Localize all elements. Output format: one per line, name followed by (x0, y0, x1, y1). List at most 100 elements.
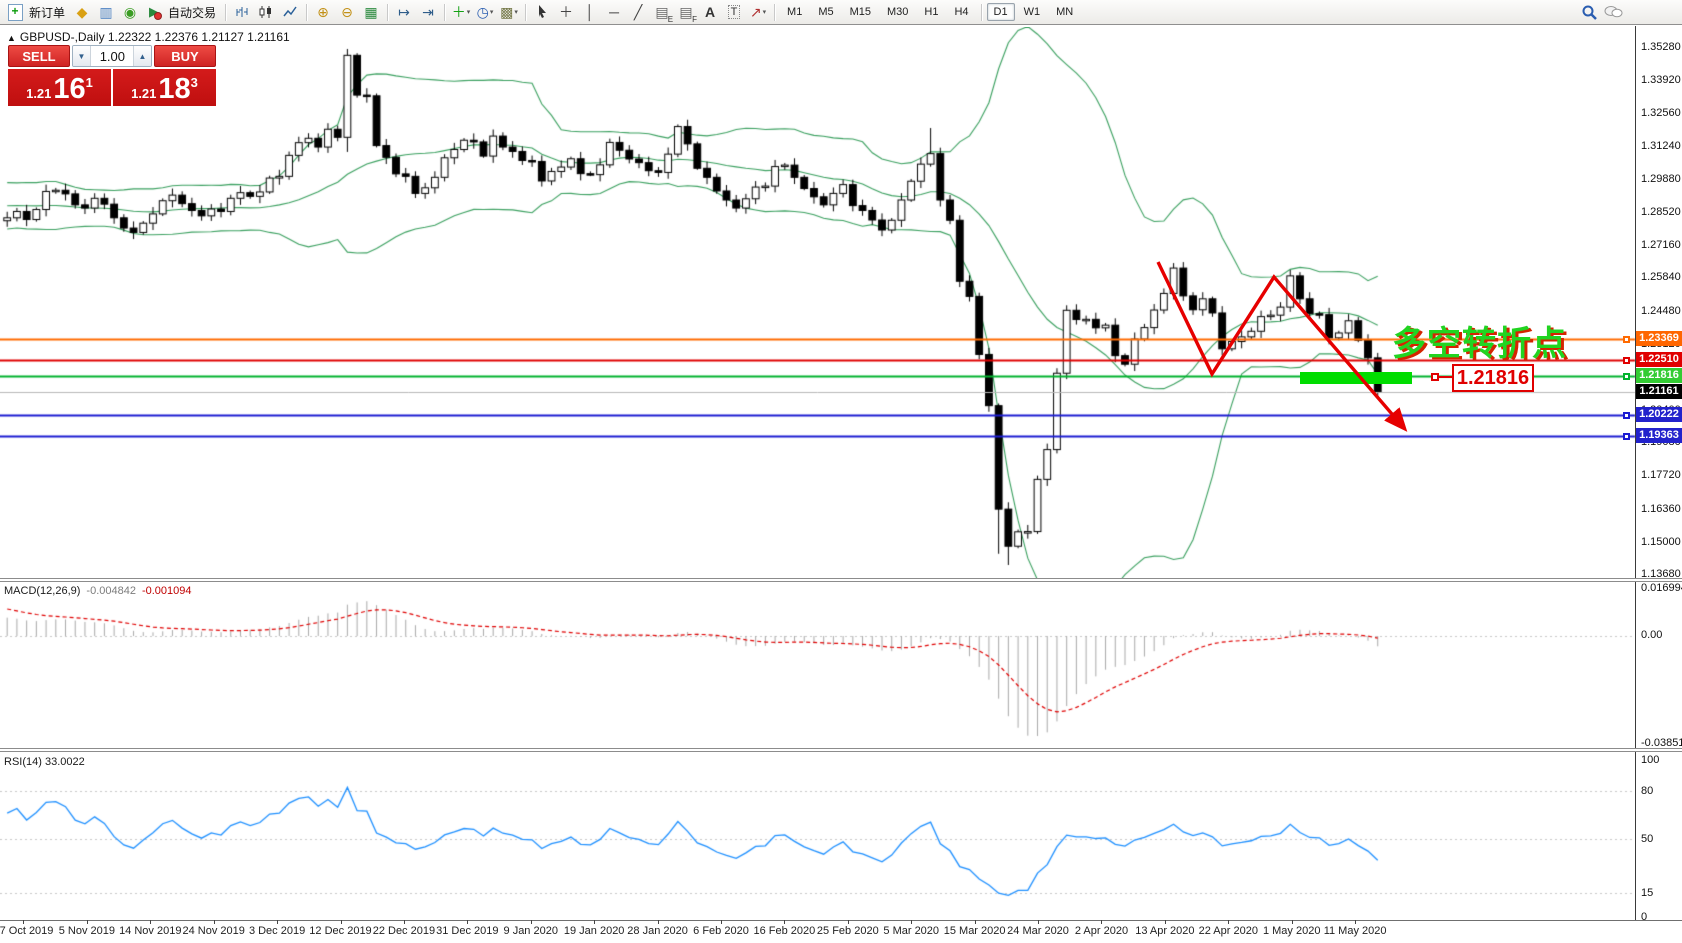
chat-icon[interactable] (1602, 2, 1624, 23)
price-axis-tick: 1.25840 (1641, 271, 1681, 283)
date-axis-tick (277, 920, 278, 924)
price-axis-tick: 1.31240 (1641, 140, 1681, 152)
sell-price[interactable]: 1.21 16 1 (8, 69, 111, 106)
sell-button[interactable]: SELL (8, 45, 70, 67)
macd-panel-separator[interactable] (0, 578, 1682, 582)
date-axis-tick (341, 920, 342, 924)
date-axis-tick (214, 920, 215, 924)
fibonacci-icon[interactable]: ▤F (675, 2, 697, 23)
price-tag-label[interactable]: 1.21816 (1452, 364, 1534, 392)
new-order-button[interactable]: + (4, 2, 26, 23)
level-price-badge: 1.23369 (1636, 331, 1682, 346)
rsi-axis-tick: 15 (1641, 887, 1653, 899)
macd-panel-canvas[interactable] (0, 582, 1637, 748)
date-axis-separator (0, 920, 1682, 921)
date-axis-tick (848, 920, 849, 924)
timeframe-m1[interactable]: M1 (780, 3, 809, 21)
rsi-panel-canvas[interactable] (0, 752, 1637, 920)
price-axis-tick: 1.27160 (1641, 239, 1681, 251)
auto-scroll-icon[interactable]: ↦ (393, 2, 415, 23)
main-chart-canvas[interactable] (0, 27, 1637, 578)
auto-trading-button[interactable]: ▶ (143, 2, 165, 23)
rsi-label: RSI(14) 33.0022 (4, 756, 85, 768)
price-tag-leader (1438, 376, 1452, 378)
level-line-handle[interactable] (1623, 373, 1630, 380)
new-order-button-label[interactable]: 新订单 (29, 4, 65, 21)
timeframe-h1[interactable]: H1 (917, 3, 945, 21)
chart-shift-icon[interactable]: ⇥ (417, 2, 439, 23)
text-icon[interactable]: A (699, 2, 721, 23)
level-price-badge: 1.22510 (1636, 352, 1682, 367)
level-line-handle[interactable] (1623, 433, 1630, 440)
timeframe-h4[interactable]: H4 (947, 3, 975, 21)
collapse-trade-panel-icon[interactable]: ▲ (7, 33, 16, 43)
volume-up-button[interactable]: ▲ (133, 46, 151, 66)
mt4-window: +新订单◆▥◉▶自动交易⊕⊖▦↦⇥＋▾◷▾▩▾＋│─╱▤E▤FAT↗▾M1M5M… (0, 0, 1682, 943)
price-axis-tick: 1.29880 (1641, 173, 1681, 185)
signals-icon[interactable]: ◉ (119, 2, 141, 23)
buy-price[interactable]: 1.21 18 3 (113, 69, 216, 106)
turning-point-annotation[interactable]: 多空转折点 (1392, 316, 1567, 365)
date-axis-tick (784, 920, 785, 924)
level-line-handle[interactable] (1623, 336, 1630, 343)
channel-icon[interactable]: ▤E (651, 2, 673, 23)
macd-axis-min: -0.038519 (1641, 737, 1682, 749)
date-axis-tick (1228, 920, 1229, 924)
market-watch-icon[interactable]: ▥ (95, 2, 117, 23)
line-chart-icon[interactable] (279, 2, 301, 23)
volume-stepper: ▼ 1.00 ▲ (72, 45, 152, 67)
buy-price-small: 1.21 (131, 84, 156, 104)
bar-chart-icon[interactable] (231, 2, 253, 23)
timeframe-m5[interactable]: M5 (811, 3, 840, 21)
timeframe-d1[interactable]: D1 (987, 3, 1015, 21)
sell-price-big: 16 (53, 76, 85, 103)
timeframe-m15[interactable]: M15 (843, 3, 878, 21)
zoom-in-icon[interactable]: ⊕ (312, 2, 334, 23)
date-axis-tick (87, 920, 88, 924)
price-axis-tick: 1.32560 (1641, 107, 1681, 119)
profiles-icon[interactable]: ◆ (71, 2, 93, 23)
level-price-badge: 1.21816 (1636, 368, 1682, 383)
vertical-line-icon[interactable]: │ (579, 2, 601, 23)
timeframe-mn[interactable]: MN (1049, 3, 1080, 21)
cursor-icon[interactable] (531, 2, 553, 23)
date-axis-tick (1165, 920, 1166, 924)
tile-windows-icon[interactable]: ▦ (360, 2, 382, 23)
label-icon[interactable]: T (723, 2, 745, 23)
timeframe-m30[interactable]: M30 (880, 3, 915, 21)
timeframe-w1[interactable]: W1 (1017, 3, 1048, 21)
macd-axis-max: 0.016994 (1641, 582, 1682, 594)
indicators-icon[interactable]: ＋▾ (450, 2, 472, 23)
price-axis-tick: 1.16360 (1641, 503, 1681, 515)
rsi-axis-tick: 100 (1641, 754, 1659, 766)
trendline-icon[interactable]: ╱ (627, 2, 649, 23)
volume-down-button[interactable]: ▼ (73, 46, 91, 66)
macd-axis-zero: 0.00 (1641, 629, 1662, 641)
search-icon[interactable] (1578, 2, 1600, 23)
date-axis-tick (467, 920, 468, 924)
toolbar-separator (444, 4, 445, 21)
date-axis-tick (721, 920, 722, 924)
chart-title: ▲GBPUSD-,Daily 1.22322 1.22376 1.21127 1… (7, 30, 290, 44)
level-price-badge: 1.20222 (1636, 407, 1682, 422)
candlestick-chart-icon[interactable] (255, 2, 277, 23)
crosshair-icon[interactable]: ＋ (555, 2, 577, 23)
date-axis-tick (1101, 920, 1102, 924)
rsi-axis-tick: 0 (1641, 911, 1647, 923)
date-axis-tick (975, 920, 976, 924)
green-highlight-bar[interactable] (1300, 372, 1412, 384)
arrows-icon[interactable]: ↗▾ (747, 2, 769, 23)
volume-input[interactable]: 1.00 (91, 46, 133, 66)
horizontal-line-icon[interactable]: ─ (603, 2, 625, 23)
sell-price-small: 1.21 (26, 84, 51, 104)
date-axis-tick (1038, 920, 1039, 924)
periods-icon[interactable]: ◷▾ (474, 2, 496, 23)
rsi-panel-separator[interactable] (0, 748, 1682, 752)
level-line-handle[interactable] (1623, 412, 1630, 419)
buy-button[interactable]: BUY (154, 45, 216, 67)
rsi-axis-tick: 50 (1641, 833, 1653, 845)
auto-trading-button-label[interactable]: 自动交易 (168, 4, 216, 21)
templates-icon[interactable]: ▩▾ (498, 2, 520, 23)
zoom-out-icon[interactable]: ⊖ (336, 2, 358, 23)
level-line-handle[interactable] (1623, 357, 1630, 364)
